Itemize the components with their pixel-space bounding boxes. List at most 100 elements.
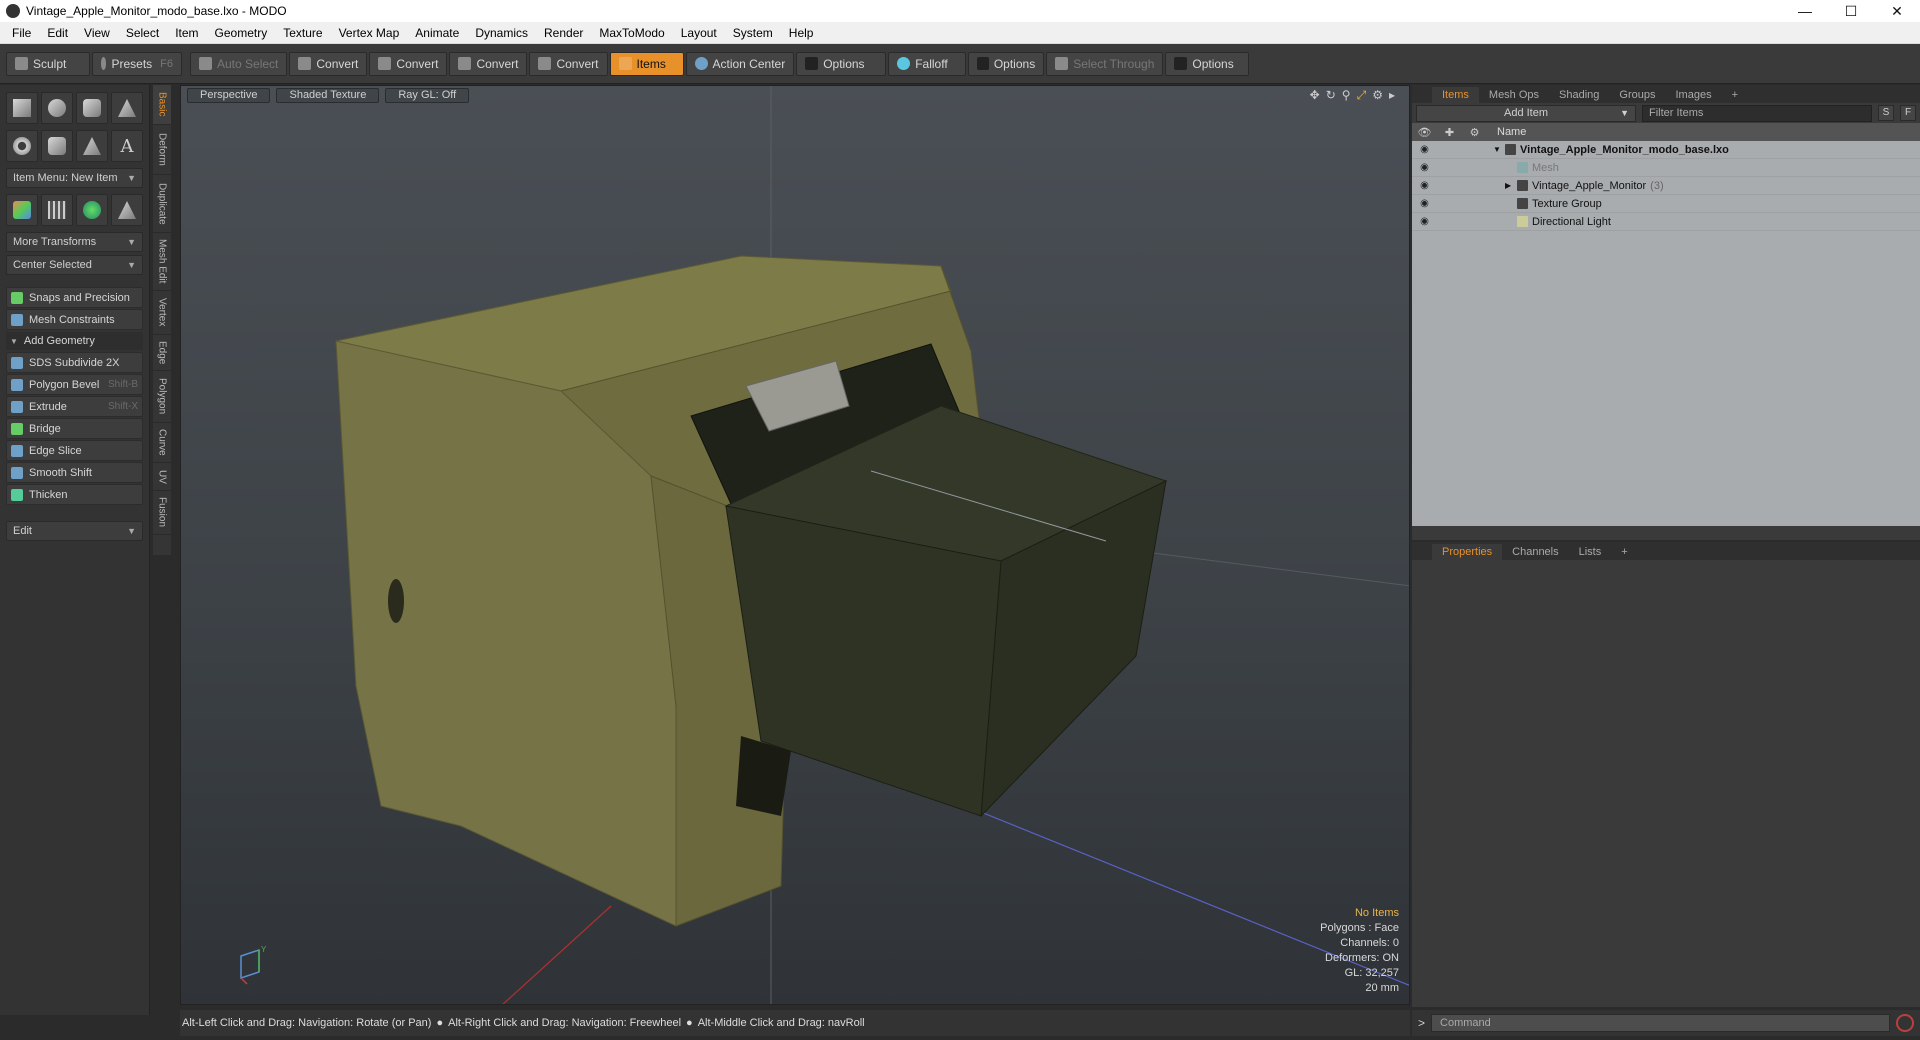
- menu-maxtomodo[interactable]: MaxToModo: [591, 22, 672, 44]
- smooth-shift-button[interactable]: Smooth Shift: [6, 462, 143, 483]
- raygl-button[interactable]: Ray GL: Off: [385, 87, 470, 103]
- list-item[interactable]: ◉ Directional Light: [1412, 213, 1920, 231]
- bridge-button[interactable]: Bridge: [6, 418, 143, 439]
- convert-vertex-button[interactable]: Convert: [289, 51, 368, 76]
- torus-tool-button[interactable]: [6, 130, 38, 162]
- item-menu-dropdown[interactable]: Item Menu: New Item ▼: [6, 168, 143, 188]
- list-item[interactable]: ◉ Texture Group: [1412, 195, 1920, 213]
- falloff-options-button[interactable]: Options: [968, 51, 1045, 76]
- list-item[interactable]: ◉ ▼ Vintage_Apple_Monitor_modo_base.lxo: [1412, 141, 1920, 159]
- close-button[interactable]: ✕: [1874, 0, 1920, 22]
- select-options-button[interactable]: Options: [1165, 51, 1250, 76]
- pan-icon[interactable]: ✥: [1310, 88, 1320, 103]
- extrude-button[interactable]: Extrude Shift-X: [6, 396, 143, 417]
- add-tab-button[interactable]: +: [1722, 87, 1748, 103]
- select-through-button[interactable]: Select Through: [1046, 51, 1164, 76]
- action-center-button[interactable]: Action Center: [685, 51, 795, 76]
- menu-dynamics[interactable]: Dynamics: [467, 22, 536, 44]
- tab-shading[interactable]: Shading: [1549, 87, 1609, 103]
- menu-help[interactable]: Help: [781, 22, 822, 44]
- filter-items-input[interactable]: Filter Items: [1642, 104, 1872, 122]
- fit-icon[interactable]: ⤢: [1357, 88, 1367, 103]
- expand-triangle-icon[interactable]: ▶: [1505, 181, 1517, 190]
- action-center-options-button[interactable]: Options: [796, 51, 887, 76]
- menu-vertex-map[interactable]: Vertex Map: [331, 22, 408, 44]
- name-column-header[interactable]: Name: [1497, 126, 1526, 138]
- add-geometry-section[interactable]: ▼ Add Geometry: [6, 332, 143, 350]
- falloff-button[interactable]: Falloff: [888, 51, 967, 76]
- menu-file[interactable]: File: [4, 22, 39, 44]
- snaps-precision-button[interactable]: Snaps and Precision: [6, 287, 143, 308]
- tab-polygon[interactable]: Polygon: [153, 371, 171, 423]
- view-mode-button[interactable]: Perspective: [187, 87, 271, 103]
- menu-render[interactable]: Render: [536, 22, 591, 44]
- tab-basic[interactable]: Basic: [153, 85, 171, 125]
- tab-duplicate[interactable]: Duplicate: [153, 175, 171, 233]
- eye-icon[interactable]: ◉: [1412, 216, 1437, 227]
- cone-tool-button[interactable]: [111, 92, 143, 124]
- menu-animate[interactable]: Animate: [407, 22, 467, 44]
- mesh-constraints-button[interactable]: Mesh Constraints: [6, 309, 143, 330]
- capsule-tool-button[interactable]: [41, 130, 73, 162]
- menu-system[interactable]: System: [725, 22, 781, 44]
- edit-dropdown[interactable]: Edit ▼: [6, 521, 143, 541]
- center-selected-dropdown[interactable]: Center Selected ▼: [6, 255, 143, 275]
- sculpt-button[interactable]: Sculpt: [6, 51, 90, 76]
- text-tool-button[interactable]: A: [111, 130, 143, 162]
- convert-polygon-button[interactable]: Convert: [449, 51, 528, 76]
- tab-groups[interactable]: Groups: [1609, 87, 1665, 103]
- tab-channels[interactable]: Channels: [1502, 544, 1568, 560]
- eye-icon[interactable]: ◉: [1412, 162, 1437, 173]
- tab-lists[interactable]: Lists: [1569, 544, 1612, 560]
- eye-icon[interactable]: ◉: [1412, 180, 1437, 191]
- maximize-button[interactable]: ☐: [1828, 0, 1874, 22]
- convert-edge-button[interactable]: Convert: [369, 51, 448, 76]
- tab-mesh-edit[interactable]: Mesh Edit: [153, 233, 171, 291]
- globe-tool-button[interactable]: [76, 194, 108, 226]
- menu-select[interactable]: Select: [118, 22, 167, 44]
- list-item[interactable]: ◉ Mesh: [1412, 159, 1920, 177]
- more-transforms-dropdown[interactable]: More Transforms ▼: [6, 232, 143, 252]
- tab-mesh-ops[interactable]: Mesh Ops: [1479, 87, 1549, 103]
- menu-item[interactable]: Item: [167, 22, 206, 44]
- tab-deform[interactable]: Deform: [153, 125, 171, 175]
- filter-s-button[interactable]: S: [1878, 105, 1894, 121]
- add-item-button[interactable]: Add Item ▼: [1416, 104, 1636, 122]
- items-mode-button[interactable]: Items: [609, 51, 684, 76]
- eye-icon[interactable]: ◉: [1412, 198, 1437, 209]
- filter-f-button[interactable]: F: [1900, 105, 1916, 121]
- pen-tool-button[interactable]: [76, 130, 108, 162]
- menu-view[interactable]: View: [76, 22, 118, 44]
- menu-texture[interactable]: Texture: [275, 22, 330, 44]
- tab-images[interactable]: Images: [1666, 87, 1722, 103]
- thicken-button[interactable]: Thicken: [6, 484, 143, 505]
- minimize-button[interactable]: —: [1782, 0, 1828, 22]
- add-tab-button[interactable]: +: [1611, 544, 1637, 560]
- perspective-tool-button[interactable]: [111, 194, 143, 226]
- zoom-icon[interactable]: ⚲: [1342, 88, 1351, 103]
- tab-fusion[interactable]: Fusion: [153, 491, 171, 535]
- cylinder-tool-button[interactable]: [76, 92, 108, 124]
- transform-tool-button[interactable]: [6, 194, 38, 226]
- play-arrow-icon[interactable]: ▸: [1389, 88, 1395, 103]
- presets-button[interactable]: Presets F6: [92, 51, 182, 76]
- menu-geometry[interactable]: Geometry: [207, 22, 276, 44]
- shading-mode-button[interactable]: Shaded Texture: [276, 87, 380, 103]
- tab-curve[interactable]: Curve: [153, 423, 171, 463]
- edge-slice-button[interactable]: Edge Slice: [6, 440, 143, 461]
- command-input[interactable]: Command: [1431, 1014, 1890, 1032]
- eye-icon[interactable]: ◉: [1412, 144, 1437, 155]
- grid-tool-button[interactable]: [41, 194, 73, 226]
- collapse-triangle-icon[interactable]: ▼: [1493, 145, 1505, 154]
- record-icon[interactable]: [1896, 1014, 1914, 1032]
- menu-edit[interactable]: Edit: [39, 22, 76, 44]
- rotate-icon[interactable]: ↻: [1326, 88, 1336, 103]
- tab-properties[interactable]: Properties: [1432, 544, 1503, 560]
- tab-edge[interactable]: Edge: [153, 335, 171, 371]
- convert-material-button[interactable]: Convert: [529, 51, 608, 76]
- menu-layout[interactable]: Layout: [673, 22, 725, 44]
- cube-tool-button[interactable]: [6, 92, 38, 124]
- tab-vertex[interactable]: Vertex: [153, 291, 171, 335]
- sphere-tool-button[interactable]: [41, 92, 73, 124]
- tab-uv[interactable]: UV: [153, 463, 171, 491]
